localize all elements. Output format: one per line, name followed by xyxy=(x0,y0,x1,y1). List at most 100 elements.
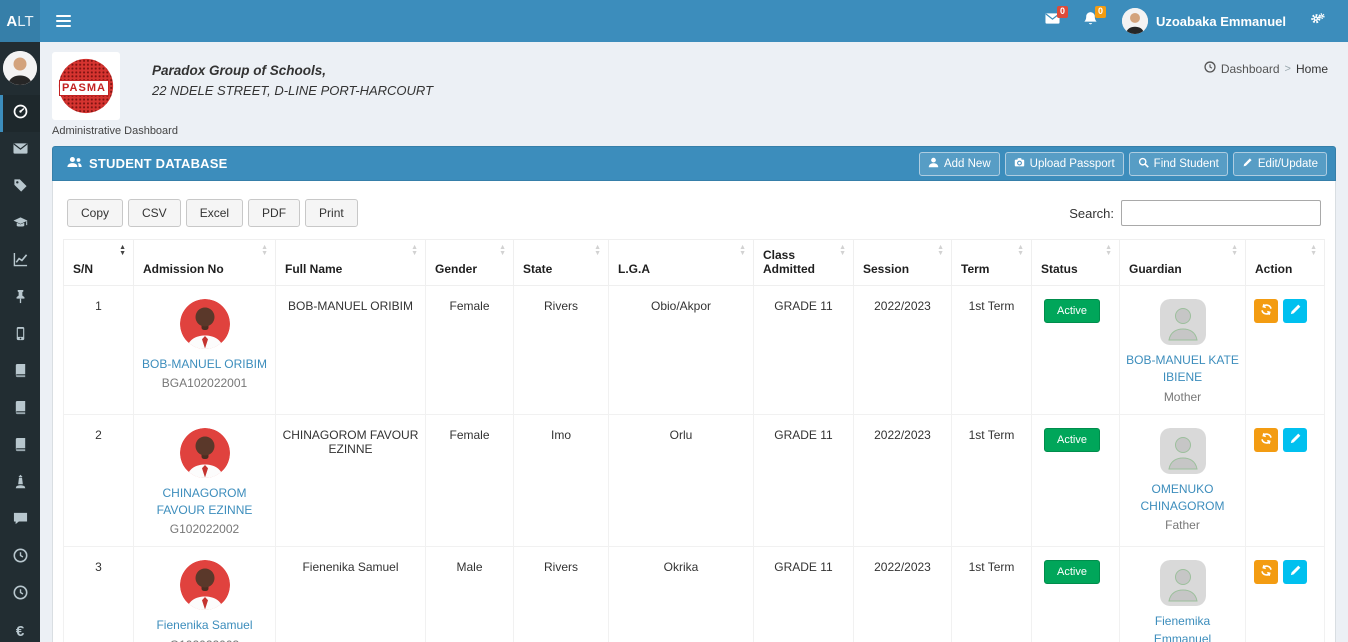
sync-student-button[interactable] xyxy=(1254,299,1278,323)
cell-guardian: Fienemika EmmanuelFather xyxy=(1120,547,1246,642)
guardian-photo[interactable] xyxy=(1160,299,1206,345)
book-icon xyxy=(13,437,28,457)
cell-term: 1st Term xyxy=(952,286,1032,415)
guardian-name-link[interactable]: Fienemika Emmanuel xyxy=(1126,613,1239,642)
page-header: PASMA Paradox Group of Schools, 22 NDELE… xyxy=(40,42,1348,137)
edit-student-button[interactable] xyxy=(1283,299,1307,323)
edit-student-button[interactable] xyxy=(1283,428,1307,452)
dashboard-subtitle: Administrative Dashboard xyxy=(52,125,1332,137)
export-print-button[interactable]: Print xyxy=(305,199,358,227)
sidebar-item-tag[interactable] xyxy=(0,169,40,206)
sidebar-toggle-button[interactable] xyxy=(40,0,86,42)
sort-icon: ▲▼ xyxy=(1231,245,1238,257)
notifications-button[interactable]: 0 xyxy=(1072,0,1110,42)
sidebar-item-chart-line[interactable] xyxy=(0,243,40,280)
euro-icon: € xyxy=(16,623,24,640)
sidebar-item-envelope[interactable] xyxy=(0,132,40,169)
sidebar-item-thumbtack[interactable] xyxy=(0,280,40,317)
sidebar-item-book[interactable] xyxy=(0,428,40,465)
pencil-icon xyxy=(1242,157,1253,171)
guardian-photo[interactable] xyxy=(1160,428,1206,474)
cell-guardian: BOB-MANUEL KATE IBIENEMother xyxy=(1120,286,1246,415)
sort-icon: ▲▼ xyxy=(119,245,126,257)
user-menu[interactable]: Uzoabaka Emmanuel xyxy=(1110,0,1298,42)
messages-button[interactable]: 0 xyxy=(1034,0,1072,42)
notifications-count-badge: 0 xyxy=(1095,6,1106,18)
column-header-s-n[interactable]: S/N▲▼ xyxy=(64,240,134,286)
sidebar-item-landmark[interactable] xyxy=(0,465,40,502)
column-header-action[interactable]: Action▲▼ xyxy=(1246,240,1325,286)
status-active-button[interactable]: Active xyxy=(1044,299,1100,323)
student-photo[interactable] xyxy=(180,299,230,349)
app-logo[interactable]: ALT xyxy=(0,0,40,42)
student-name-link[interactable]: BOB-MANUEL ORIBIM xyxy=(140,356,269,373)
mobile-icon xyxy=(13,326,28,346)
column-header-guardian[interactable]: Guardian▲▼ xyxy=(1120,240,1246,286)
sidebar-item-dashboard[interactable] xyxy=(0,95,40,132)
cell-guardian: OMENUKO CHINAGOROMFather xyxy=(1120,414,1246,547)
sidebar-item-clock[interactable] xyxy=(0,576,40,613)
sidebar-item-book[interactable] xyxy=(0,391,40,428)
sidebar-item-clock[interactable] xyxy=(0,539,40,576)
table-toolbar: CopyCSVExcelPDFPrint Search: xyxy=(67,199,1321,227)
column-header-term[interactable]: Term▲▼ xyxy=(952,240,1032,286)
find-student-button[interactable]: Find Student xyxy=(1129,152,1228,176)
upload-passport-button[interactable]: Upload Passport xyxy=(1005,152,1124,176)
sort-icon: ▲▼ xyxy=(937,245,944,257)
edit-update-button[interactable]: Edit/Update xyxy=(1233,152,1327,176)
sidebar-item-comment[interactable] xyxy=(0,502,40,539)
guardian-photo[interactable] xyxy=(1160,560,1206,606)
settings-button[interactable] xyxy=(1298,0,1336,42)
school-logo: PASMA xyxy=(52,52,120,120)
column-header-l-g-a[interactable]: L.G.A▲▼ xyxy=(609,240,754,286)
users-icon xyxy=(67,155,82,173)
sidebar-item-book[interactable] xyxy=(0,354,40,391)
column-label: State xyxy=(523,262,552,276)
guardian-name-link[interactable]: OMENUKO CHINAGOROM xyxy=(1126,481,1239,516)
student-row: 2CHINAGOROM FAVOUR EZINNEG102022002CHINA… xyxy=(64,414,1325,547)
export-excel-button[interactable]: Excel xyxy=(186,199,243,227)
column-header-admission-no[interactable]: Admission No▲▼ xyxy=(134,240,276,286)
pencil-icon xyxy=(1289,432,1302,448)
chart-line-icon xyxy=(13,252,28,272)
sync-icon xyxy=(1260,303,1273,319)
export-copy-button[interactable]: Copy xyxy=(67,199,123,227)
cell-term: 1st Term xyxy=(952,547,1032,642)
cell-gender: Female xyxy=(426,414,514,547)
student-name-link[interactable]: Fienenika Samuel xyxy=(140,617,269,634)
column-header-status[interactable]: Status▲▼ xyxy=(1032,240,1120,286)
student-photo[interactable] xyxy=(180,428,230,478)
sidebar-item-euro[interactable]: € xyxy=(0,613,40,642)
column-header-class-admitted[interactable]: Class Admitted▲▼ xyxy=(754,240,854,286)
student-photo[interactable] xyxy=(180,560,230,610)
breadcrumb-separator: > xyxy=(1285,63,1291,75)
guardian-name-link[interactable]: BOB-MANUEL KATE IBIENE xyxy=(1126,352,1239,387)
tag-icon xyxy=(13,178,28,198)
column-header-full-name[interactable]: Full Name▲▼ xyxy=(276,240,426,286)
student-name-link[interactable]: CHINAGOROM FAVOUR EZINNE xyxy=(140,485,269,520)
sync-student-button[interactable] xyxy=(1254,560,1278,584)
clock-icon xyxy=(13,585,28,605)
column-header-session[interactable]: Session▲▼ xyxy=(854,240,952,286)
breadcrumb-dashboard-link[interactable]: Dashboard xyxy=(1221,62,1280,76)
cell-class-admitted: GRADE 11 xyxy=(754,547,854,642)
sort-icon: ▲▼ xyxy=(499,245,506,257)
export-pdf-button[interactable]: PDF xyxy=(248,199,300,227)
breadcrumb-home: Home xyxy=(1296,62,1328,76)
column-header-state[interactable]: State▲▼ xyxy=(514,240,609,286)
status-active-button[interactable]: Active xyxy=(1044,560,1100,584)
status-active-button[interactable]: Active xyxy=(1044,428,1100,452)
sync-student-button[interactable] xyxy=(1254,428,1278,452)
sidebar-item-mobile[interactable] xyxy=(0,317,40,354)
add-new-button[interactable]: Add New xyxy=(919,152,1000,176)
cell-status: Active xyxy=(1032,547,1120,642)
export-csv-button[interactable]: CSV xyxy=(128,199,181,227)
admission-number: BGA102022001 xyxy=(140,375,269,392)
graduation-cap-icon xyxy=(13,215,28,235)
sidebar-user-avatar[interactable] xyxy=(3,51,37,85)
search-input[interactable] xyxy=(1121,200,1321,226)
edit-student-button[interactable] xyxy=(1283,560,1307,584)
dashboard-icon xyxy=(13,104,28,124)
column-header-gender[interactable]: Gender▲▼ xyxy=(426,240,514,286)
sidebar-item-graduation-cap[interactable] xyxy=(0,206,40,243)
